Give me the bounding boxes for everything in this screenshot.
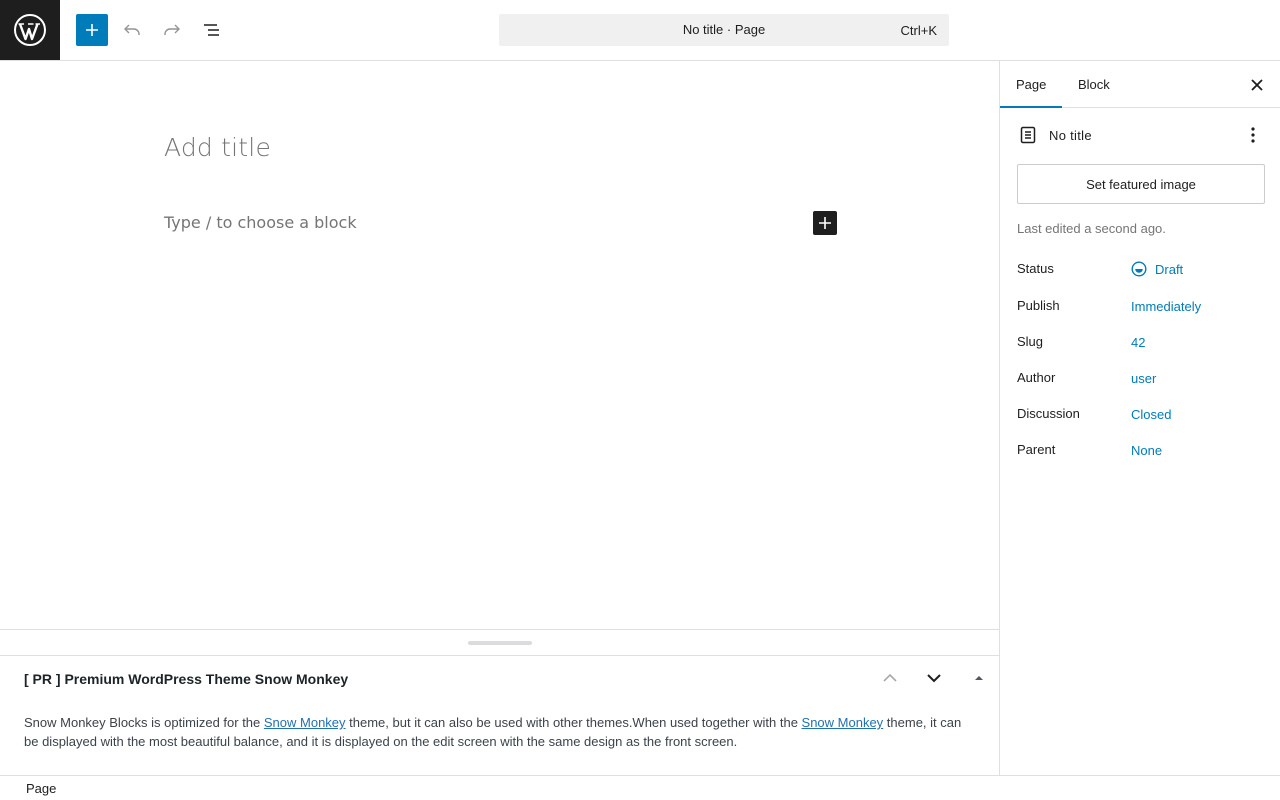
keyboard-shortcut: Ctrl+K (900, 23, 937, 38)
inline-block-inserter-button[interactable] (813, 211, 837, 235)
parent-value-button[interactable]: None (1131, 443, 1162, 458)
author-label: Author (1017, 370, 1056, 385)
document-title-bar: No title · Page (682, 22, 766, 37)
plus-icon (819, 217, 831, 229)
block-breadcrumb-footer: Page (0, 775, 1280, 800)
meta-row-author: Author user (1017, 370, 1267, 390)
list-view-icon (204, 24, 219, 36)
metabox-title: [ PR ] Premium WordPress Theme Snow Monk… (24, 671, 349, 687)
slug-value-button[interactable]: 42 (1131, 335, 1145, 350)
close-icon (1251, 79, 1263, 91)
chevron-down-icon (927, 674, 941, 683)
command-palette-bar[interactable]: No title · Page Ctrl+K (499, 14, 949, 46)
publish-label: Publish (1017, 298, 1060, 313)
metabox-area: [ PR ] Premium WordPress Theme Snow Monk… (0, 629, 999, 775)
meta-row-slug: Slug 42 (1017, 334, 1267, 354)
status-value: Draft (1155, 261, 1184, 277)
post-title-input[interactable]: Add title (164, 133, 271, 162)
sidebar-tabs: Page Block (1000, 61, 1280, 108)
wordpress-logo-icon[interactable] (0, 0, 60, 60)
plus-icon (86, 24, 98, 36)
meta-row-status: Status Draft (1017, 261, 1267, 281)
toggle-panel-button[interactable] (967, 666, 991, 690)
page-icon (1020, 126, 1036, 144)
discussion-label: Discussion (1017, 406, 1080, 421)
parent-label: Parent (1017, 442, 1056, 457)
meta-row-parent: Parent None (1017, 442, 1267, 462)
meta-row-discussion: Discussion Closed (1017, 406, 1267, 426)
status-button[interactable]: Draft (1131, 261, 1183, 277)
metabox-content: Snow Monkey Blocks is optimized for the … (24, 713, 974, 751)
more-vertical-icon (1251, 127, 1255, 143)
breadcrumb-page[interactable]: Page (26, 781, 56, 796)
redo-icon (164, 24, 180, 35)
status-label: Status (1017, 261, 1054, 276)
metabox-resize-handle[interactable] (468, 641, 532, 645)
undo-button[interactable] (116, 14, 148, 46)
move-up-button[interactable] (878, 666, 902, 690)
set-featured-image-button[interactable]: Set featured image (1017, 164, 1265, 204)
move-down-button[interactable] (922, 666, 946, 690)
tab-block[interactable]: Block (1062, 61, 1126, 108)
snow-monkey-link[interactable]: Snow Monkey (802, 715, 884, 730)
close-sidebar-button[interactable] (1245, 73, 1269, 97)
settings-sidebar: Page Block No title Set featured image L… (999, 61, 1280, 775)
undo-icon (124, 24, 140, 35)
document-title: No title (1049, 128, 1092, 143)
tab-page[interactable]: Page (1000, 61, 1062, 108)
chevron-up-icon (883, 673, 897, 682)
editor-canvas: Add title Type / to choose a block (0, 61, 999, 629)
meta-row-publish: Publish Immediately (1017, 298, 1267, 318)
publish-value-button[interactable]: Immediately (1131, 299, 1201, 314)
redo-button[interactable] (156, 14, 188, 46)
metabox-header: [ PR ] Premium WordPress Theme Snow Monk… (0, 655, 999, 699)
metabox-text: Snow Monkey Blocks is optimized for the (24, 715, 264, 730)
last-edited-text: Last edited a second ago. (1017, 221, 1166, 236)
snow-monkey-link[interactable]: Snow Monkey (264, 715, 346, 730)
discussion-value-button[interactable]: Closed (1131, 407, 1171, 422)
slug-label: Slug (1017, 334, 1044, 349)
triangle-up-icon (975, 676, 983, 680)
draft-status-icon (1131, 261, 1147, 277)
editor-header: No title · Page Ctrl+K (0, 0, 1280, 61)
document-overview-button[interactable] (196, 14, 228, 46)
block-inserter-toggle-button[interactable] (76, 14, 108, 46)
default-block-appender[interactable]: Type / to choose a block (164, 213, 357, 232)
document-actions-button[interactable] (1241, 123, 1265, 147)
metabox-text: theme, but it can also be used with othe… (345, 715, 802, 730)
author-value-button[interactable]: user (1131, 371, 1156, 386)
